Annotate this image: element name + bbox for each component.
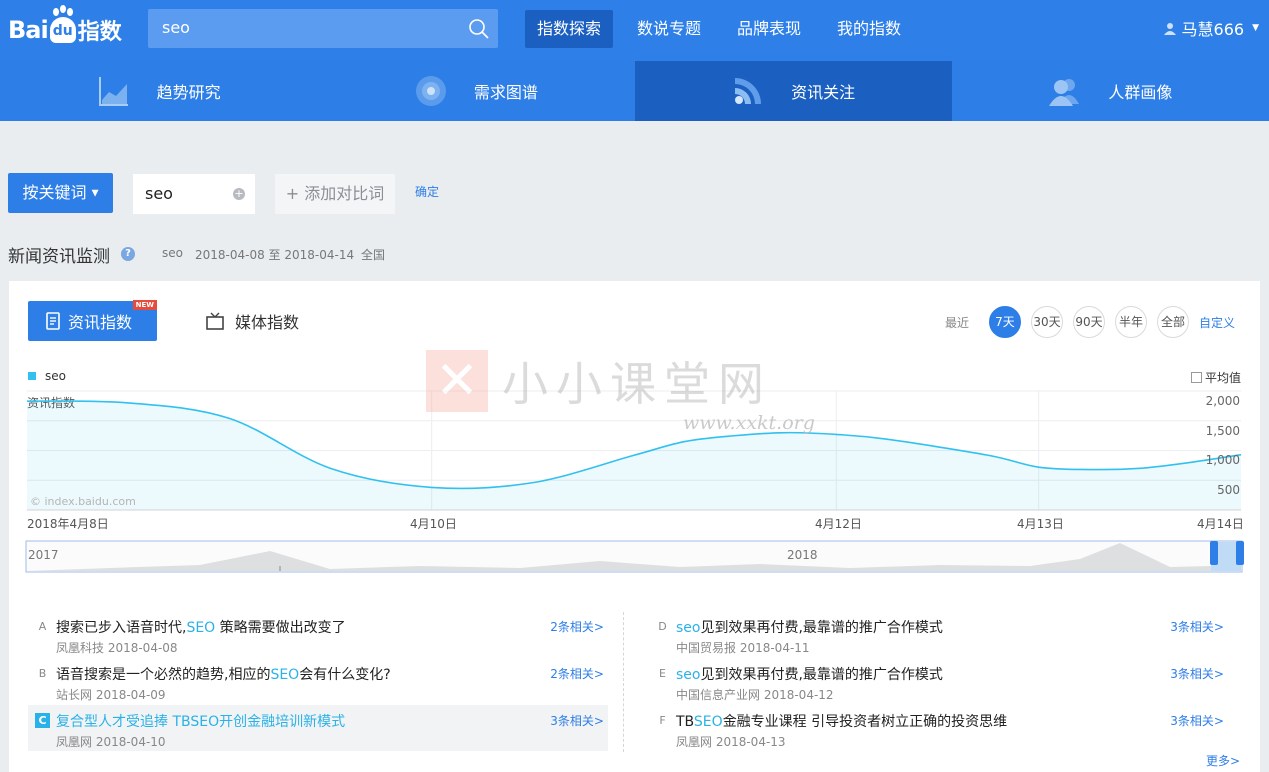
- news-letter: E: [659, 667, 666, 680]
- news-title-text: 语音搜索是一个必然的趋势,相应的: [56, 667, 271, 683]
- news-title[interactable]: seo见到效果再付费,最靠谱的推广合作模式: [676, 664, 943, 684]
- news-letter: A: [38, 620, 47, 633]
- news-title-text: 金融专业课程 引导投资者树立正确的投资思维: [722, 714, 1008, 730]
- news-keyword: SEO: [270, 667, 300, 683]
- watermark: ✕ 小小课堂网: [426, 348, 772, 414]
- x-tick-label: 2018年4月8日: [27, 517, 109, 531]
- news-title-text: TB: [676, 714, 694, 730]
- news-related-link[interactable]: 2条相关>: [550, 618, 604, 635]
- news-title-text: 见到效果再付费,最靠谱的推广合作模式: [700, 667, 943, 683]
- overview-year-label: 2017: [28, 548, 59, 562]
- news-keyword: SEO: [693, 714, 723, 730]
- news-item[interactable]: B 语音搜索是一个必然的趋势,相应的SEO会有什么变化? 站长网 2018-04…: [28, 658, 608, 704]
- chart-credit: © index.baidu.com: [30, 495, 136, 508]
- news-source: 中国贸易报 2018-04-11: [676, 641, 810, 655]
- news-letter: C: [35, 713, 50, 728]
- more-link[interactable]: 更多>: [1206, 752, 1240, 769]
- news-letter: D: [658, 620, 667, 633]
- news-related-link[interactable]: 3条相关>: [550, 712, 604, 729]
- x-tick-label: 4月14日: [1197, 517, 1244, 531]
- news-source: 站长网 2018-04-09: [56, 688, 166, 702]
- news-title-text: 复合型人才受追捧 TBSEO开创金融培训新模式: [56, 714, 346, 730]
- news-title-text: 见到效果再付费,最靠谱的推广合作模式: [700, 620, 943, 636]
- news-title-text: 会有什么变化?: [299, 667, 391, 683]
- news-item[interactable]: A 搜索已步入语音时代,SEO 策略需要做出改变了 凤凰科技 2018-04-0…: [28, 611, 608, 657]
- watermark-logo-icon: ✕: [426, 350, 488, 412]
- watermark-url: www.xxkt.org: [683, 412, 815, 434]
- overview-year-label: 2018: [787, 548, 818, 562]
- news-title[interactable]: 复合型人才受追捧 TBSEO开创金融培训新模式: [56, 711, 345, 731]
- news-keyword: seo: [676, 620, 701, 636]
- news-item[interactable]: E seo见到效果再付费,最靠谱的推广合作模式 中国信息产业网 2018-04-…: [648, 658, 1228, 704]
- news-title-text: 策略需要做出改变了: [215, 620, 346, 636]
- news-title[interactable]: 搜索已步入语音时代,SEO 策略需要做出改变了: [56, 617, 346, 637]
- news-title[interactable]: TBSEO金融专业课程 引导投资者树立正确的投资思维: [676, 711, 1007, 731]
- y-tick-label: 1,500: [1205, 424, 1240, 438]
- news-source: 凤凰科技 2018-04-08: [56, 641, 178, 655]
- news-source: 凤凰网 2018-04-10: [56, 735, 166, 749]
- news-title-text: 搜索已步入语音时代,: [56, 620, 187, 636]
- watermark-text: 小小课堂网: [502, 357, 772, 411]
- news-related-link[interactable]: 3条相关>: [1170, 712, 1224, 729]
- x-tick-label: 4月12日: [815, 517, 862, 531]
- x-tick-label: 4月10日: [410, 517, 457, 531]
- overview-handle-left: [1210, 541, 1218, 565]
- news-title[interactable]: seo见到效果再付费,最靠谱的推广合作模式: [676, 617, 943, 637]
- news-title[interactable]: 语音搜索是一个必然的趋势,相应的SEO会有什么变化?: [56, 664, 391, 684]
- news-item-selected[interactable]: C 复合型人才受追捧 TBSEO开创金融培训新模式 凤凰网 2018-04-10…: [28, 705, 608, 751]
- list-divider: [623, 612, 624, 752]
- y-tick-label: 1,000: [1205, 453, 1240, 467]
- news-item[interactable]: F TBSEO金融专业课程 引导投资者树立正确的投资思维 凤凰网 2018-04…: [648, 705, 1228, 751]
- news-related-link[interactable]: 3条相关>: [1170, 618, 1224, 635]
- overview-handle-right: [1236, 541, 1244, 565]
- news-source: 凤凰网 2018-04-13: [676, 735, 786, 749]
- y-tick-label: 500: [1217, 483, 1240, 497]
- news-item[interactable]: D seo见到效果再付费,最靠谱的推广合作模式 中国贸易报 2018-04-11…: [648, 611, 1228, 657]
- news-related-link[interactable]: 2条相关>: [550, 665, 604, 682]
- news-letter: F: [659, 714, 666, 727]
- news-source: 中国信息产业网 2018-04-12: [676, 688, 834, 702]
- x-tick-label: 4月13日: [1017, 517, 1064, 531]
- y-tick-label: 2,000: [1205, 394, 1240, 408]
- news-related-link[interactable]: 3条相关>: [1170, 665, 1224, 682]
- news-letter: B: [38, 667, 47, 680]
- news-keyword: seo: [676, 667, 701, 683]
- news-keyword: SEO: [186, 620, 216, 636]
